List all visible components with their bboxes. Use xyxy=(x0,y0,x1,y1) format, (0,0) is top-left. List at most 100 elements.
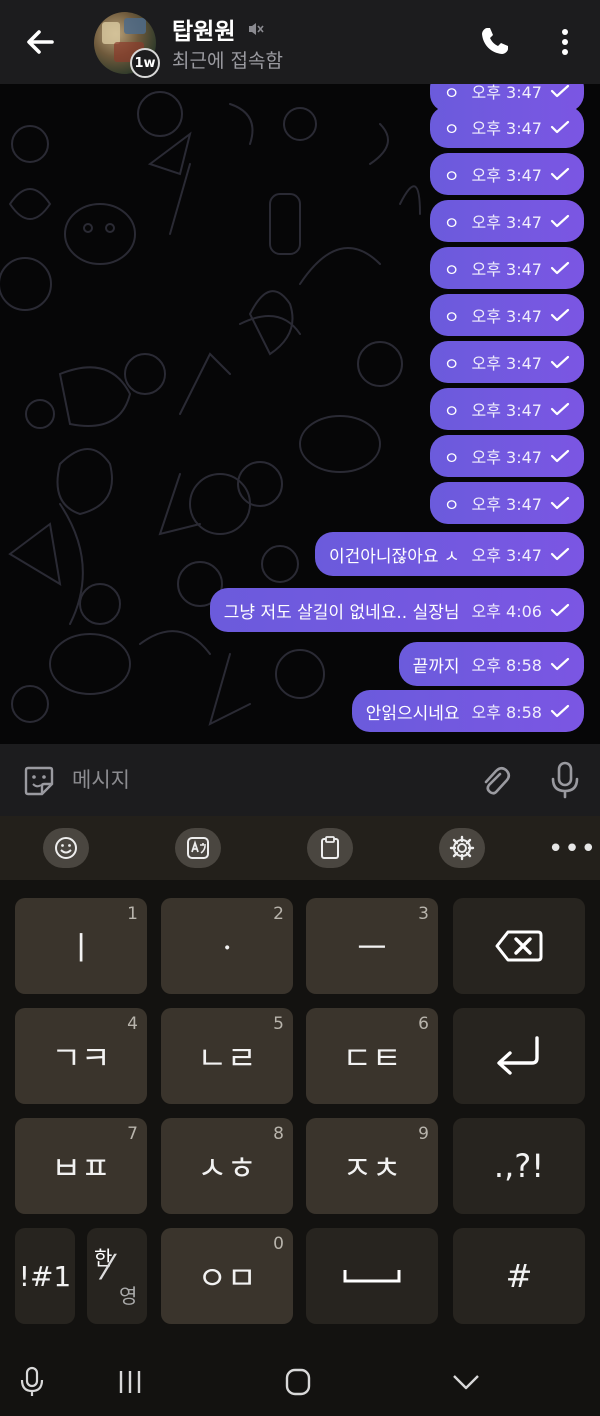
recent-apps-icon[interactable] xyxy=(110,1366,150,1398)
phone-icon[interactable] xyxy=(478,24,512,58)
slash-divider: ⁄ xyxy=(105,1248,111,1288)
message-time: 오후 8:58 xyxy=(471,656,542,675)
message-bubble[interactable]: 끝까지 오후 8:58 xyxy=(398,642,584,686)
message-time: 오후 3:47 xyxy=(471,166,542,185)
message-text: ㅇ xyxy=(443,260,460,281)
message-time: 오후 3:47 xyxy=(471,84,542,102)
message-bubble[interactable]: ㅇ 오후 3:47 xyxy=(429,106,584,148)
message-text: ㅇ xyxy=(443,166,460,187)
key-7[interactable]: ㅂㅍ 7 xyxy=(15,1118,147,1214)
message-time: 오후 3:47 xyxy=(471,448,542,467)
message-text: ㅇ xyxy=(443,213,460,234)
message-time: 오후 3:47 xyxy=(471,546,542,565)
key-6[interactable]: ㄷㅌ 6 xyxy=(306,1008,438,1104)
read-check-icon xyxy=(550,449,570,463)
message-time: 오후 3:47 xyxy=(471,119,542,138)
message-bubble[interactable]: ㅇ 오후 3:47 xyxy=(429,153,584,195)
message-time: 오후 3:47 xyxy=(471,260,542,279)
message-bubble[interactable]: ㅇ 오후 3:47 xyxy=(429,341,584,383)
read-check-icon xyxy=(550,402,570,416)
read-check-icon xyxy=(550,603,570,617)
last-seen-status: 최근에 접속함 xyxy=(172,50,283,72)
message-bubble[interactable]: 그냥 저도 살길이 없네요.. 실장님 오후 4:06 xyxy=(209,588,584,632)
more-horizontal-icon[interactable]: ••• xyxy=(548,834,597,864)
message-time: 오후 3:47 xyxy=(471,307,542,326)
message-text: ㅇ xyxy=(443,401,460,422)
message-time: 오후 4:06 xyxy=(471,602,542,621)
home-icon[interactable] xyxy=(278,1366,318,1398)
read-check-icon xyxy=(550,167,570,181)
message-text: ㅇ xyxy=(443,448,460,469)
key-2[interactable]: ㆍ2 xyxy=(161,898,293,994)
symbols-key[interactable]: !#1 xyxy=(15,1228,75,1324)
read-check-icon xyxy=(550,355,570,369)
message-text: ㅇ xyxy=(443,354,460,375)
settings-button[interactable] xyxy=(439,828,485,868)
message-text: 이건아니잖아요 ㅅ xyxy=(329,546,460,567)
key-8[interactable]: ㅅㅎ 8 xyxy=(161,1118,293,1214)
chat-area[interactable]: ㅇ 오후 3:47 ㅇ 오후 3:47 ㅇ 오후 3:47 ㅇ 오후 3:47 ㅇ 오후 3:47… xyxy=(0,84,600,744)
translate-button[interactable] xyxy=(175,828,221,868)
read-check-icon xyxy=(550,120,570,134)
punctuation-key[interactable]: .,?! xyxy=(453,1118,585,1214)
message-time: 오후 3:47 xyxy=(471,401,542,420)
more-vertical-icon[interactable] xyxy=(552,26,578,58)
read-check-icon xyxy=(550,657,570,671)
message-bubble[interactable]: ㅇ 오후 3:47 xyxy=(429,200,584,242)
message-time: 오후 3:47 xyxy=(471,213,542,232)
message-time: 오후 8:58 xyxy=(471,703,542,722)
voice-input-icon[interactable] xyxy=(12,1366,52,1398)
space-key[interactable] xyxy=(306,1228,438,1324)
key-9[interactable]: ㅈㅊ 9 xyxy=(306,1118,438,1214)
message-text: 안읽으시네요 xyxy=(365,703,460,724)
message-text: ㅇ xyxy=(443,119,460,140)
key-5[interactable]: ㄴㄹ 5 xyxy=(161,1008,293,1104)
message-bubble[interactable]: ㅇ 오후 3:47 xyxy=(429,247,584,289)
message-bubble[interactable]: ㅇ 오후 3:47 xyxy=(429,482,584,524)
microphone-icon[interactable] xyxy=(548,760,582,800)
message-input[interactable] xyxy=(72,762,452,798)
contact-name[interactable]: 탑원원 xyxy=(172,12,235,46)
message-bubble[interactable]: 이건아니잖아요 ㅅ 오후 3:47 xyxy=(315,532,584,576)
story-badge: 1w xyxy=(130,48,160,78)
arrow-left-icon[interactable] xyxy=(22,24,58,60)
enter-key[interactable] xyxy=(453,1008,585,1104)
read-check-icon xyxy=(550,84,570,98)
message-text: ㅇ xyxy=(443,84,460,104)
emoji-icon xyxy=(55,837,77,859)
system-nav-bar xyxy=(0,1348,600,1416)
message-bubble[interactable]: ㅇ 오후 3:47 xyxy=(429,435,584,477)
gear-icon xyxy=(449,835,475,861)
key-4[interactable]: ㄱㅋ 4 xyxy=(15,1008,147,1104)
message-text: 그냥 저도 살길이 없네요.. 실장님 xyxy=(223,602,460,623)
clipboard-icon xyxy=(321,836,339,859)
key-0[interactable]: ㅇㅁ 0 xyxy=(161,1228,293,1324)
message-text: 끝까지 xyxy=(412,656,460,677)
read-check-icon xyxy=(550,261,570,275)
chat-header: 1w 탑원원 최근에 접속함 xyxy=(0,0,600,84)
message-input-bar xyxy=(0,744,600,816)
chevron-down-icon[interactable] xyxy=(446,1366,486,1398)
message-bubble[interactable]: 안읽으시네요 오후 8:58 xyxy=(351,690,584,732)
message-bubble[interactable]: ㅇ 오후 3:47 xyxy=(429,388,584,430)
message-time: 오후 3:47 xyxy=(471,495,542,514)
read-check-icon xyxy=(550,214,570,228)
read-check-icon xyxy=(550,704,570,718)
backspace-icon xyxy=(495,930,543,962)
key-1[interactable]: ㅣ1 xyxy=(15,898,147,994)
muted-speaker-icon xyxy=(249,23,264,35)
key-3[interactable]: ㅡ3 xyxy=(306,898,438,994)
keyboard-toolbar: ••• xyxy=(0,816,600,880)
language-switch-key[interactable]: 한 ⁄ 영 xyxy=(87,1228,147,1324)
read-check-icon xyxy=(550,496,570,510)
message-bubble[interactable]: ㅇ 오후 3:47 xyxy=(429,294,584,336)
paperclip-icon[interactable] xyxy=(478,764,512,798)
sticker-icon[interactable] xyxy=(22,764,56,798)
clipboard-button[interactable] xyxy=(307,828,353,868)
message-text: ㅇ xyxy=(443,307,460,328)
backspace-key[interactable] xyxy=(453,898,585,994)
hash-key[interactable]: # xyxy=(453,1228,585,1324)
emoji-button[interactable] xyxy=(43,828,89,868)
message-time: 오후 3:47 xyxy=(471,354,542,373)
read-check-icon xyxy=(550,308,570,322)
